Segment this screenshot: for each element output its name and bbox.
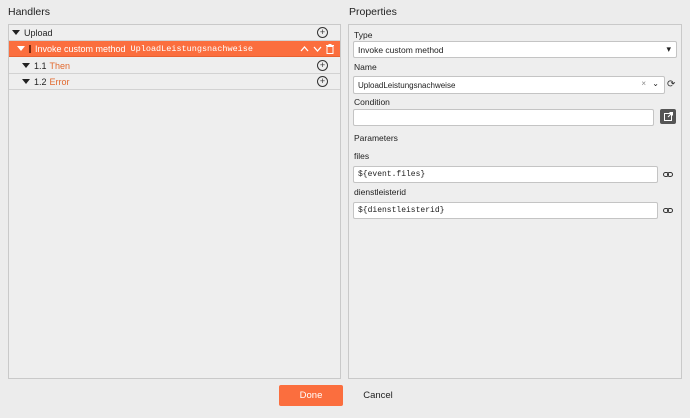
expand-triangle-icon[interactable] [12,30,20,35]
properties-heading: Properties [349,6,397,18]
expand-triangle-icon[interactable] [17,46,25,51]
chevron-down-icon[interactable] [313,46,322,52]
trash-icon[interactable] [326,43,334,54]
handlers-panel: Upload + Invoke custom method UploadLeis… [8,24,341,379]
refresh-icon[interactable]: ⟳ [667,79,675,90]
external-link-icon[interactable] [660,109,676,124]
param-input-files[interactable]: ${event.files} [353,166,658,183]
param-label-dienstleisterid: dienstleisterid [354,187,406,197]
tree-label-invoke: Invoke custom method [35,43,126,54]
name-label: Name [354,62,377,72]
name-combobox-value: UploadLeistungsnachweise [358,80,456,90]
plus-circle-icon[interactable]: + [317,60,328,71]
tree-row-upload[interactable]: Upload + [9,25,340,41]
row-actions [300,43,334,54]
done-button[interactable]: Done [279,385,343,406]
tree-row-error[interactable]: 1.2 Error + [9,74,340,90]
expand-triangle-icon[interactable] [22,79,30,84]
tree-row-invoke[interactable]: Invoke custom method UploadLeistungsnach… [9,41,340,57]
parameters-label: Parameters [354,133,398,143]
type-select-value: Invoke custom method [358,44,444,55]
expand-triangle-icon[interactable] [22,63,30,68]
handlers-heading: Handlers [8,6,51,18]
dropdown-arrow-icon: ▾ [666,44,671,54]
clear-icon[interactable]: × [641,79,646,88]
param-value-files: ${event.files} [358,170,426,179]
param-input-dienstleisterid[interactable]: ${dienstleisterid} [353,202,658,219]
tree-row-then[interactable]: 1.1 Then + [9,58,340,74]
condition-label: Condition [354,97,390,107]
tree-label-then: Then [49,60,71,71]
link-icon[interactable] [663,208,673,213]
tree-index-then: 1.1 [34,60,47,71]
tree-index-error: 1.2 [34,76,47,87]
plus-circle-icon[interactable]: + [317,27,328,38]
type-label: Type [354,30,373,40]
name-combobox[interactable]: UploadLeistungsnachweise × ⌄ [353,76,665,94]
chevron-down-icon[interactable]: ⌄ [652,79,659,88]
cancel-button[interactable]: Cancel [357,385,399,406]
condition-input[interactable] [353,109,654,126]
plus-circle-icon[interactable]: + [317,76,328,87]
chevron-up-icon[interactable] [300,45,309,52]
tree-label-upload: Upload [24,27,53,38]
tree-label-error: Error [49,76,70,87]
properties-panel: Type Invoke custom method ▾ Name UploadL… [348,24,682,379]
tree-method-name: UploadLeistungsnachweise [130,43,253,54]
link-icon[interactable] [663,172,673,177]
drag-handle-icon[interactable] [29,44,31,53]
type-select[interactable]: Invoke custom method ▾ [353,41,677,58]
param-label-files: files [354,151,370,161]
param-value-dienstleisterid: ${dienstleisterid} [358,206,445,215]
